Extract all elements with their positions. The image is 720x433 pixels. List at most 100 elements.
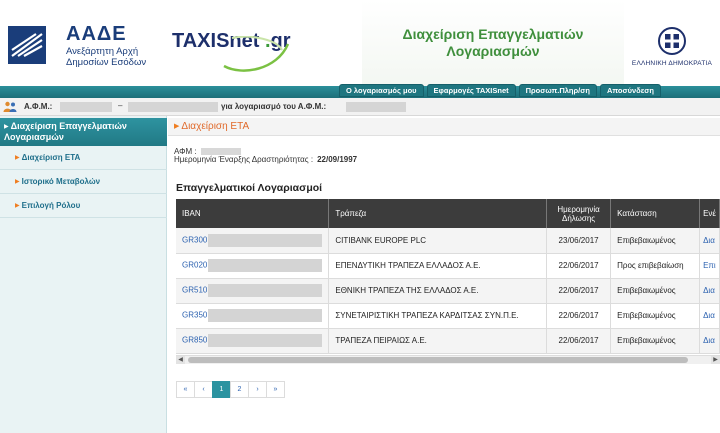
- app-title-banner: Διαχείριση Επαγγελματιών Λογαριασμών: [362, 0, 624, 86]
- action-link[interactable]: Επι: [703, 261, 716, 270]
- bank-cell: CITIBANK EUROPE PLC: [328, 228, 548, 254]
- iban-link[interactable]: GR020: [182, 261, 207, 270]
- section-title: Επαγγελματικοί Λογαριασμοί: [176, 182, 323, 194]
- breadcrumb-label: Διαχείριση ΕΤΑ: [181, 121, 250, 132]
- action-cell: Δια: [699, 278, 720, 304]
- status-cell: Επιβεβαιωμένος: [610, 278, 701, 304]
- start-date-line: Ημερομηνία Έναρξης Δραστηριότητας :22/09…: [174, 155, 357, 164]
- aade-subtitle-2: Δημοσίων Εσόδων: [66, 57, 147, 68]
- aade-branding: ΑΑΔΕ Ανεξάρτητη Αρχή Δημοσίων Εσόδων: [66, 23, 146, 68]
- nav-tab-logout[interactable]: Αποσύνδεση: [599, 84, 661, 97]
- iban-link[interactable]: GR510: [182, 286, 207, 295]
- action-cell: Επι: [699, 253, 720, 279]
- iban-link[interactable]: GR350: [182, 311, 207, 320]
- iban-redacted: [208, 284, 323, 297]
- user-dash: –: [118, 101, 123, 110]
- iban-redacted: [208, 233, 323, 247]
- aade-title: ΑΑΔΕ: [66, 23, 127, 45]
- pagination-last[interactable]: »: [266, 381, 285, 398]
- triangle-right-icon: ▶: [15, 203, 20, 209]
- status-cell: Επιβεβαιωμένος: [610, 303, 701, 329]
- triangle-right-icon: ▶: [15, 155, 20, 161]
- action-link[interactable]: Δια: [703, 336, 715, 345]
- iban-cell: GR510: [176, 278, 330, 304]
- sidebar-item-label: Ιστορικό Μεταβολών: [21, 177, 101, 186]
- taxisnet-swoosh-icon: [223, 36, 290, 72]
- column-header-date-line1: Ημερομηνία: [557, 204, 600, 214]
- bank-cell: ΤΡΑΠΕΖΑ ΠΕΙΡΑΙΩΣ Α.Ε.: [328, 328, 548, 354]
- action-link[interactable]: Δια: [703, 311, 715, 320]
- pagination-page-2[interactable]: 2: [230, 381, 249, 398]
- user-afm-label: Α.Φ.Μ.:: [24, 102, 53, 111]
- sidebar-item-label: Επιλογή Ρόλου: [21, 201, 81, 210]
- aade-subtitle-1: Ανεξάρτητη Αρχή: [66, 46, 139, 57]
- table-row: GR300 CITIBANK EUROPE PLC 23/06/2017 Επι…: [176, 228, 720, 254]
- nav-tab-my-account[interactable]: Ο λογαριασμός μου: [339, 84, 424, 97]
- column-header-action: Ενέ: [699, 199, 720, 228]
- table-horizontal-scrollbar[interactable]: ◀ ▶: [176, 355, 720, 364]
- iban-link[interactable]: GR850: [182, 336, 207, 345]
- nav-tab-personal-info[interactable]: Προσωπ.Πληρ/ση: [518, 84, 597, 97]
- user-afm-redacted: [60, 102, 112, 112]
- user-name-redacted: [128, 102, 218, 112]
- iban-cell: GR350: [176, 303, 330, 329]
- app-header: ΑΑΔΕ Ανεξάρτητη Αρχή Δημοσίων Εσόδων TAX…: [0, 0, 720, 86]
- aade-logo-icon: [8, 26, 46, 64]
- table-row: GR850 ΤΡΑΠΕΖΑ ΠΕΙΡΑΙΩΣ Α.Ε. 22/06/2017 Ε…: [176, 328, 720, 354]
- iban-cell: GR850: [176, 328, 330, 354]
- sidebar-item-role-select[interactable]: ▶ Επιλογή Ρόλου: [0, 194, 167, 218]
- iban-link[interactable]: GR300: [182, 235, 207, 244]
- date-cell: 22/06/2017: [546, 328, 612, 354]
- iban-cell: GR300: [176, 228, 330, 254]
- pagination-next[interactable]: ›: [248, 381, 267, 398]
- iban-redacted: [208, 259, 323, 272]
- gov-branding: ΕΛΛΗΝΙΚΗ ΔΗΜΟΚΡΑΤΙΑ: [624, 0, 720, 86]
- main-content: ▶ Διαχείριση ΕΤΑ ΑΦΜ : Ημερομηνία Έναρξης…: [168, 116, 720, 433]
- triangle-right-icon: ▶: [15, 179, 20, 185]
- sidebar-item-professional-accounts[interactable]: ▶ Διαχείριση Επαγγελματιών Λογαριασμών: [0, 118, 167, 146]
- bank-cell: ΣΥΝΕΤΑΙΡΙΣΤΙΚΗ ΤΡΑΠΕΖΑ ΚΑΡΔΙΤΣΑΣ ΣΥΝ.Π.Ε…: [328, 303, 548, 329]
- pagination-prev[interactable]: ‹: [194, 381, 213, 398]
- gov-label: ΕΛΛΗΝΙΚΗ ΔΗΜΟΚΡΑΤΙΑ: [631, 60, 713, 67]
- accounts-table: IBAN Τράπεζα Ημερομηνία Δήλωσης Κατάσταση…: [176, 199, 720, 354]
- scroll-left-icon[interactable]: ◀: [176, 356, 185, 364]
- user-for-account-label: για λογαριασμό του Α.Φ.Μ.:: [221, 102, 327, 111]
- nav-tabs: Ο λογαριασμός μου Εφαρμογές TAXISnet Προ…: [339, 84, 661, 97]
- column-header-iban[interactable]: IBAN: [176, 199, 330, 228]
- iban-redacted: [208, 334, 323, 347]
- bank-cell: ΕΘΝΙΚΗ ΤΡΑΠΕΖΑ ΤΗΣ ΕΛΛΑΔΟΣ Α.Ε.: [328, 278, 548, 304]
- pagination-page-1[interactable]: 1: [212, 381, 231, 398]
- iban-cell: GR020: [176, 253, 330, 279]
- action-cell: Δια: [699, 328, 720, 354]
- date-cell: 23/06/2017: [546, 228, 612, 254]
- action-cell: Δια: [699, 303, 720, 329]
- breadcrumb: ▶ Διαχείριση ΕΤΑ: [168, 118, 720, 136]
- column-header-status[interactable]: Κατάσταση: [610, 199, 701, 228]
- date-cell: 22/06/2017: [546, 253, 612, 279]
- sidebar-item-history[interactable]: ▶ Ιστορικό Μεταβολών: [0, 170, 167, 194]
- represented-afm-redacted: [346, 102, 406, 112]
- sidebar-active-label: Διαχείριση Επαγγελματιών Λογαριασμών: [4, 121, 127, 142]
- taxisnet-logo: TAXISnet .gr: [172, 30, 292, 74]
- status-cell: Επιβεβαιωμένος: [610, 228, 701, 254]
- start-date-label: Ημερομηνία Έναρξης Δραστηριότητας :: [174, 155, 314, 164]
- user-bar: Α.Φ.Μ.: – για λογαριασμό του Α.Φ.Μ.:: [0, 98, 720, 116]
- scroll-right-icon[interactable]: ▶: [711, 356, 720, 364]
- action-link[interactable]: Δια: [703, 236, 715, 245]
- column-header-date[interactable]: Ημερομηνία Δήλωσης: [546, 199, 612, 228]
- afm-redacted: [200, 148, 241, 155]
- pagination-first[interactable]: «: [176, 381, 195, 398]
- sidebar: ▶ Διαχείριση Επαγγελματιών Λογαριασμών ▶ Δ…: [0, 116, 167, 433]
- date-cell: 22/06/2017: [546, 278, 612, 304]
- greek-emblem-icon: [658, 27, 686, 55]
- sidebar-item-eta[interactable]: ▶ Διαχείριση ΕΤΑ: [0, 146, 167, 170]
- triangle-right-icon: ▶: [174, 123, 180, 130]
- users-icon: [3, 101, 17, 112]
- table-row: GR020 ΕΠΕΝΔΥΤΙΚΗ ΤΡΑΠΕΖΑ ΕΛΛΑΔΟΣ Α.Ε. 22…: [176, 253, 720, 279]
- pagination: « ‹ 1 2 › »: [176, 381, 285, 398]
- nav-tab-taxisnet-apps[interactable]: Εφαρμογές TAXISnet: [426, 84, 516, 97]
- status-cell: Επιβεβαιωμένος: [610, 328, 701, 354]
- column-header-bank[interactable]: Τράπεζα: [328, 199, 548, 228]
- action-link[interactable]: Δια: [703, 286, 715, 295]
- scrollbar-thumb[interactable]: [188, 357, 688, 363]
